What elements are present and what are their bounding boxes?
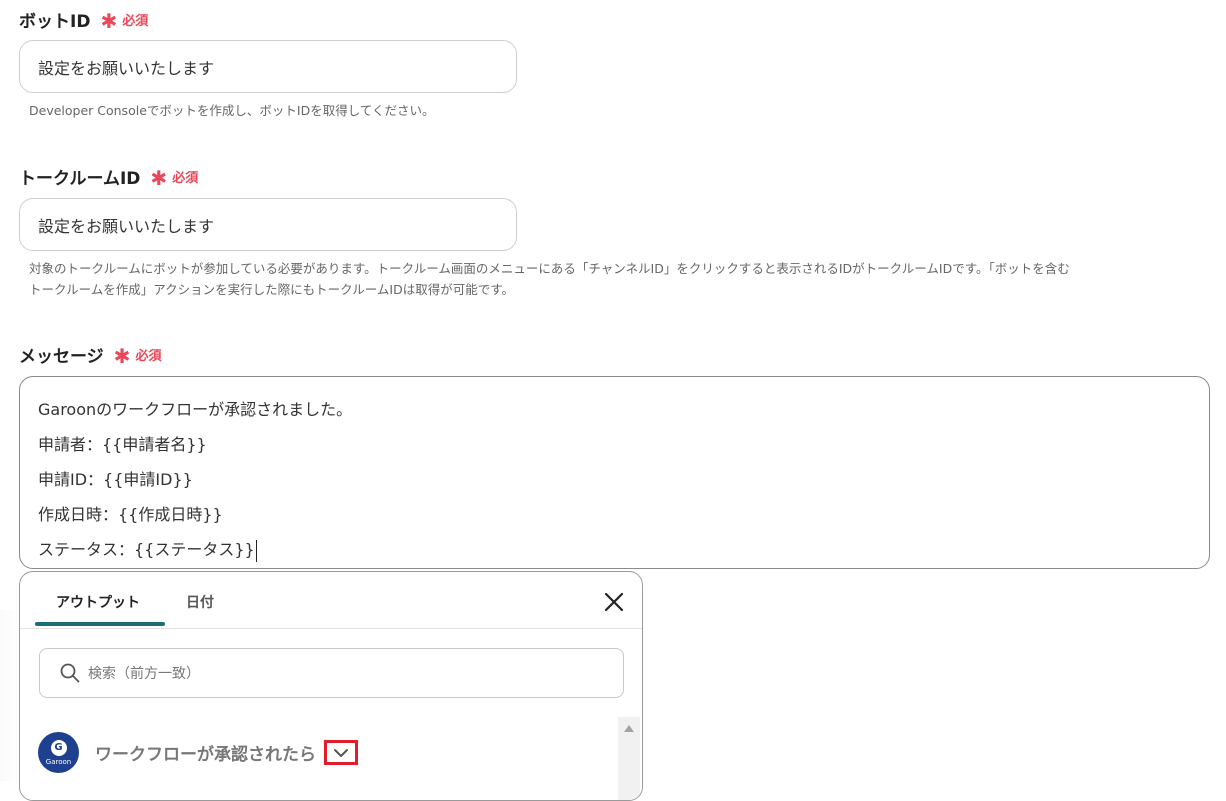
talkroom-id-help: 対象のトークルームにボットが参加している必要があります。トークルーム画面のメニュ… (29, 261, 1070, 297)
bot-id-input[interactable]: 設定をお願いいたします (19, 40, 517, 93)
required-badge: ✱ 必須 (113, 343, 162, 368)
message-line: 申請者：{{申請者名}} (38, 435, 207, 454)
talkroom-id-input[interactable]: 設定をお願いいたします (19, 198, 517, 251)
expand-button[interactable] (324, 740, 358, 765)
page-shadow (0, 610, 19, 781)
app-section-header[interactable]: G Garoon ワークフローが承認されたら (38, 732, 358, 773)
output-popup: アウトプット 日付 検索（前方一致） G Garoon ワークフローが承認された… (19, 571, 643, 801)
scroll-up-icon[interactable] (624, 725, 634, 732)
message-textarea[interactable]: Garoonのワークフローが承認されました。 申請者：{{申請者名}} 申請ID… (19, 376, 1210, 569)
bot-id-label: ボットID ✱ 必須 (19, 8, 149, 33)
app-trigger-name: ワークフローが承認されたら (95, 745, 316, 765)
tab-date[interactable]: 日付 (186, 592, 214, 612)
chevron-down-icon (334, 748, 348, 757)
popup-tabs: アウトプット 日付 (20, 572, 642, 629)
message-line: 申請ID：{{申請ID}} (38, 470, 193, 489)
message-label: メッセージ ✱ 必須 (19, 343, 162, 368)
message-line: 作成日時：{{作成日時}} (38, 505, 223, 524)
message-line-last: ステータス：{{ステータス}} (38, 532, 1191, 567)
search-input[interactable]: 検索（前方一致） (39, 648, 624, 698)
required-badge: ✱ 必須 (100, 8, 149, 33)
scrollbar[interactable] (618, 717, 640, 800)
bot-id-help: Developer Consoleでボットを作成し、ボットIDを取得してください… (29, 103, 435, 118)
search-icon (60, 663, 80, 683)
asterisk-icon: ✱ (150, 165, 168, 190)
active-tab-indicator (35, 622, 165, 626)
tab-output[interactable]: アウトプット (56, 592, 140, 612)
close-icon[interactable] (602, 590, 626, 614)
asterisk-icon: ✱ (113, 343, 131, 368)
asterisk-icon: ✱ (100, 8, 118, 33)
garoon-logo: G Garoon (38, 732, 79, 773)
talkroom-id-label: トークルームID ✱ 必須 (19, 165, 199, 190)
message-line: Garoonのワークフローが承認されました。 (38, 400, 353, 419)
text-caret (255, 539, 257, 562)
required-badge: ✱ 必須 (150, 165, 199, 190)
